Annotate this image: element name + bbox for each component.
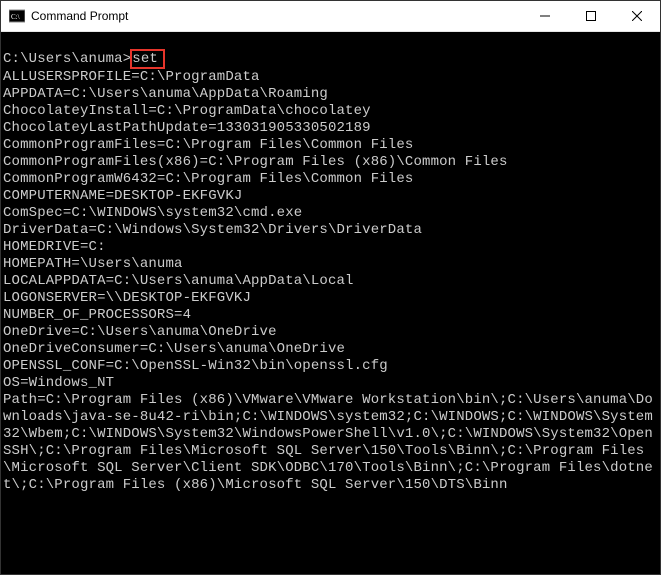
env-line: CommonProgramW6432=C:\Program Files\Comm… [3, 171, 658, 188]
env-line: OS=Windows_NT [3, 375, 658, 392]
env-line: ALLUSERSPROFILE=C:\ProgramData [3, 69, 658, 86]
env-line: NUMBER_OF_PROCESSORS=4 [3, 307, 658, 324]
minimize-button[interactable] [522, 1, 568, 31]
svg-text:C:\: C:\ [11, 13, 20, 21]
prompt-line: C:\Users\anuma>set [3, 49, 658, 69]
env-line: ChocolateyLastPathUpdate=133031905330502… [3, 120, 658, 137]
env-line: HOMEDRIVE=C: [3, 239, 658, 256]
env-line: OneDrive=C:\Users\anuma\OneDrive [3, 324, 658, 341]
window-controls [522, 1, 660, 31]
cmd-icon: C:\ [9, 8, 25, 24]
env-line: LOGONSERVER=\\DESKTOP-EKFGVKJ [3, 290, 658, 307]
env-line: HOMEPATH=\Users\anuma [3, 256, 658, 273]
env-line: ComSpec=C:\WINDOWS\system32\cmd.exe [3, 205, 658, 222]
env-line: APPDATA=C:\Users\anuma\AppData\Roaming [3, 86, 658, 103]
env-line: Path=C:\Program Files (x86)\VMware\VMwar… [3, 392, 658, 494]
titlebar: C:\ Command Prompt [1, 1, 660, 32]
env-line: CommonProgramFiles=C:\Program Files\Comm… [3, 137, 658, 154]
command-highlight: set [130, 49, 165, 69]
maximize-button[interactable] [568, 1, 614, 31]
env-line: OPENSSL_CONF=C:\OpenSSL-Win32\bin\openss… [3, 358, 658, 375]
terminal-content: C:\Users\anuma>set ALLUSERSPROFILE=C:\Pr… [1, 32, 660, 494]
terminal-area[interactable]: C:\Users\anuma>set ALLUSERSPROFILE=C:\Pr… [1, 32, 660, 574]
close-button[interactable] [614, 1, 660, 31]
env-line: ChocolateyInstall=C:\ProgramData\chocola… [3, 103, 658, 120]
prompt-path: C:\Users\anuma> [3, 51, 131, 67]
blank-line [3, 32, 658, 49]
env-line: DriverData=C:\Windows\System32\Drivers\D… [3, 222, 658, 239]
env-line: COMPUTERNAME=DESKTOP-EKFGVKJ [3, 188, 658, 205]
window-title: Command Prompt [31, 9, 522, 23]
env-line: OneDriveConsumer=C:\Users\anuma\OneDrive [3, 341, 658, 358]
env-line: CommonProgramFiles(x86)=C:\Program Files… [3, 154, 658, 171]
env-line: LOCALAPPDATA=C:\Users\anuma\AppData\Loca… [3, 273, 658, 290]
